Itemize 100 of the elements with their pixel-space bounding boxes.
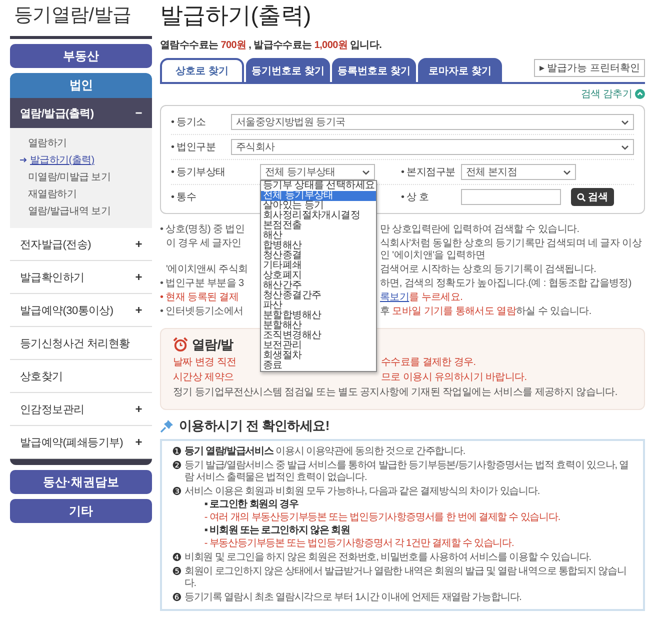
dropdown-option[interactable]: 분할합병해산 bbox=[261, 311, 376, 321]
menu-item[interactable]: 발급예약(30통이상) + bbox=[10, 294, 152, 327]
note-text: - 여러 개의 부동산등기부등본 또는 법인등기사항증명서를 한 번에 결제할 수 있습니다. bbox=[204, 512, 560, 524]
select-field[interactable]: 서울중앙지방법원 등기국 bbox=[231, 114, 634, 130]
item-number: ❻ bbox=[172, 592, 182, 604]
field-label: • 법인구분 bbox=[171, 141, 216, 154]
notice-text: '에이치앤씨 주식회 bbox=[165, 264, 249, 276]
select-field[interactable]: 전체 등기부상태 bbox=[260, 164, 375, 180]
dropdown-option[interactable]: 등기부 상태를 선택하세요 bbox=[261, 181, 376, 191]
notice-text: • 법인구분 부분을 3 bbox=[160, 278, 245, 290]
dropdown-option[interactable]: 해산 bbox=[261, 231, 376, 241]
chevron-down-icon bbox=[621, 120, 629, 124]
field-label: • 통수 bbox=[171, 191, 198, 204]
submenu-item[interactable]: 발급하기(출력) bbox=[20, 153, 152, 167]
notice-title: 열람/발 bbox=[192, 338, 234, 350]
notice-text: 후 모바일 기기를 통해서도 열람하실 수 있습니다. bbox=[380, 306, 592, 318]
notice-text: 하면, 검색의 정확도가 높아집니다.(예 : 협동조합 갑을병정) bbox=[380, 278, 632, 290]
chevron-down-icon bbox=[362, 170, 370, 174]
item-number: ❷ bbox=[172, 460, 182, 474]
checklist-text: 등기기록 열람시 최초 열람시각으로 부터 1시간 이내에 언제든 재열람 가능합니다. bbox=[184, 592, 522, 603]
menu-item[interactable]: 전자발급(전송) + bbox=[10, 228, 152, 261]
notice-text: 록보기를 누르세요. bbox=[380, 292, 464, 304]
menu-group-header[interactable]: 열람/발급(출력) − bbox=[10, 98, 152, 128]
fee-notice: 열람수수료는 700원 , 발급수수료는 1,000원 입니다. bbox=[160, 39, 383, 52]
dropdown-option[interactable]: 종료 bbox=[261, 361, 376, 371]
category-button[interactable]: 동산·채권담보 bbox=[10, 470, 152, 494]
checklist-text: 비회원 및 로그인을 하지 않은 회원은 전화번호, 비밀번호를 사용하여 서비스를 이용할 수 있습니다. bbox=[184, 552, 591, 563]
search-button[interactable]: 검색 bbox=[571, 188, 614, 206]
page-title: 발급하기(출력) bbox=[160, 1, 312, 30]
notice-text: • 상호(명칭) 중 법인 bbox=[160, 224, 246, 236]
section-header[interactable]: 법인 bbox=[10, 73, 152, 98]
search-tab[interactable]: 로마자로 찾기 bbox=[418, 58, 502, 82]
submenu-item[interactable]: 재열람하기 bbox=[20, 187, 152, 201]
note-text: - 부동산등기부등본 또는 법인등기사항증명서 각 1건만 결제할 수 있습니다. bbox=[204, 538, 515, 550]
notice-text: • 인터넷등기소에서 bbox=[160, 306, 244, 318]
search-tab[interactable]: 상호로 찾기 bbox=[160, 58, 244, 82]
dropdown-option[interactable]: 회사정리절차개시결정 bbox=[261, 211, 376, 221]
dropdown-option[interactable]: 살아있는 등기 bbox=[261, 201, 376, 211]
name-input-field[interactable] bbox=[461, 189, 561, 205]
item-number: ❸ bbox=[172, 486, 182, 500]
dropdown-option[interactable]: 보전관리 bbox=[261, 341, 376, 351]
dropdown-option[interactable]: 기타폐쇄 bbox=[261, 261, 376, 271]
subheading-text: ▪ 로그인한 회원의 경우 bbox=[204, 499, 300, 511]
menu-item[interactable]: 등기신청사건 처리현황 bbox=[10, 327, 152, 360]
dropdown-option[interactable]: 전체 등기부상태 bbox=[261, 191, 376, 201]
pin-icon bbox=[160, 419, 174, 433]
checklist-text: 등기 열람/발급서비스 이용시 이용약관에 동의한 것으로 간주합니다. bbox=[184, 446, 466, 457]
notice-text: 식회사'처럼 동일한 상호의 등기기록만 검색되며 네 글자 이상인 '에이치앤'을 입력하면 bbox=[380, 238, 643, 262]
dropdown-option[interactable]: 조직변경해산 bbox=[261, 331, 376, 341]
category-button[interactable]: 기타 bbox=[10, 499, 152, 523]
chevron-down-icon bbox=[621, 144, 629, 150]
chevron-up-circle-icon bbox=[635, 89, 645, 99]
submenu-item[interactable]: 미열람/미발급 보기 bbox=[20, 170, 152, 184]
chevron-down-icon bbox=[563, 170, 571, 174]
dropdown-option[interactable]: 파산 bbox=[261, 301, 376, 311]
search-tab[interactable]: 등록번호로 찾기 bbox=[332, 58, 416, 82]
notice-text: • 현재 등록된 결제 bbox=[160, 292, 240, 304]
dropdown-option[interactable]: 합병해산 bbox=[261, 241, 376, 251]
select-field[interactable]: 주식회사 bbox=[231, 139, 634, 155]
menu-item[interactable]: 발급확인하기 + bbox=[10, 261, 152, 294]
sidebar-title: 등기열람/발급 bbox=[13, 4, 132, 28]
checklist-text: 회원이 로그인하지 않은 상태에서 발급받거나 열람한 내역은 회원의 발급 및 열람 내역으로 통합되지 않습니다. bbox=[184, 566, 626, 589]
notice-text: 날짜 변경 직전 bbox=[173, 357, 238, 369]
notice-text: 만 상호입력란에 입력하여 검색할 수 있습니다. bbox=[380, 224, 580, 236]
dropdown-option[interactable]: 상호폐지 bbox=[261, 271, 376, 281]
dropdown-option[interactable]: 해산간주 bbox=[261, 281, 376, 291]
printer-check-button[interactable]: ▸ 발급가능 프린터확인 bbox=[534, 59, 645, 77]
item-number: ❶ bbox=[172, 446, 182, 458]
field-label: • 등기소 bbox=[171, 116, 207, 129]
field-label: • 본지점구분 bbox=[401, 166, 456, 179]
notice-text: 이 경우 세 글자인 bbox=[165, 238, 242, 251]
notice-text: 시간상 제약으 bbox=[173, 372, 235, 384]
dropdown-option[interactable]: 청산종결간주 bbox=[261, 291, 376, 301]
dropdown-option[interactable]: 본점전출 bbox=[261, 221, 376, 231]
link[interactable]: 록보기 bbox=[380, 292, 410, 303]
field-label: • 등기부상태 bbox=[171, 166, 226, 179]
submenu-item[interactable]: 열람하기 bbox=[20, 136, 152, 150]
dropdown-option[interactable]: 회생절차 bbox=[261, 351, 376, 361]
search-tab[interactable]: 등기번호로 찾기 bbox=[246, 58, 330, 82]
checklist-title: 이용하시기 전 확인하세요! bbox=[179, 417, 330, 435]
dropdown-option[interactable]: 분할해산 bbox=[261, 321, 376, 331]
notice-text: 검색어로 시작하는 상호의 등기기록이 검색됩니다. bbox=[380, 264, 598, 276]
submenu-item[interactable]: 열람/발급내역 보기 bbox=[20, 204, 152, 218]
select-field[interactable]: 전체 본지점 bbox=[461, 164, 576, 180]
menu-item[interactable]: 인감정보관리 + bbox=[10, 393, 152, 426]
alarm-clock-icon bbox=[173, 337, 188, 352]
category-button[interactable]: 부동산 bbox=[10, 44, 152, 68]
dropdown-option[interactable]: 청산종결 bbox=[261, 251, 376, 261]
search-icon bbox=[577, 192, 586, 202]
subheading-text: ▪ 비회원 또는 로그인하지 않은 회원 bbox=[204, 525, 351, 537]
checklist-text: 서비스 이용은 회원과 비회원 모두 가능하나, 다음과 같은 결제방식의 차이가 있습니다. bbox=[184, 486, 540, 497]
notice-text: 수수료를 결제한 경우. bbox=[381, 357, 477, 369]
notice-text: 므로 이용시 유의하시기 바랍니다. bbox=[381, 372, 528, 384]
menu-item[interactable]: 상호찾기 bbox=[10, 360, 152, 393]
notice-text: 정기 등기업무전산시스템 점검일 또는 별도 공지사항에 기재된 작업일에는 서비스를 제공하지 않습니다. bbox=[173, 387, 618, 399]
checklist-text: 등기 발급/열람서비스 중 발급 서비스를 통하여 발급한 등기부등본/등기사항증명서는 법적 효력이 있으나, 열람 서비스 출력물은 법적인 효력이 없습니다. bbox=[184, 460, 629, 483]
hide-search-link[interactable]: 검색 감추기 bbox=[581, 87, 645, 101]
item-number: ❹ bbox=[172, 552, 182, 564]
field-label: • 상 호 bbox=[401, 191, 430, 204]
arrow-right-icon bbox=[20, 157, 28, 163]
